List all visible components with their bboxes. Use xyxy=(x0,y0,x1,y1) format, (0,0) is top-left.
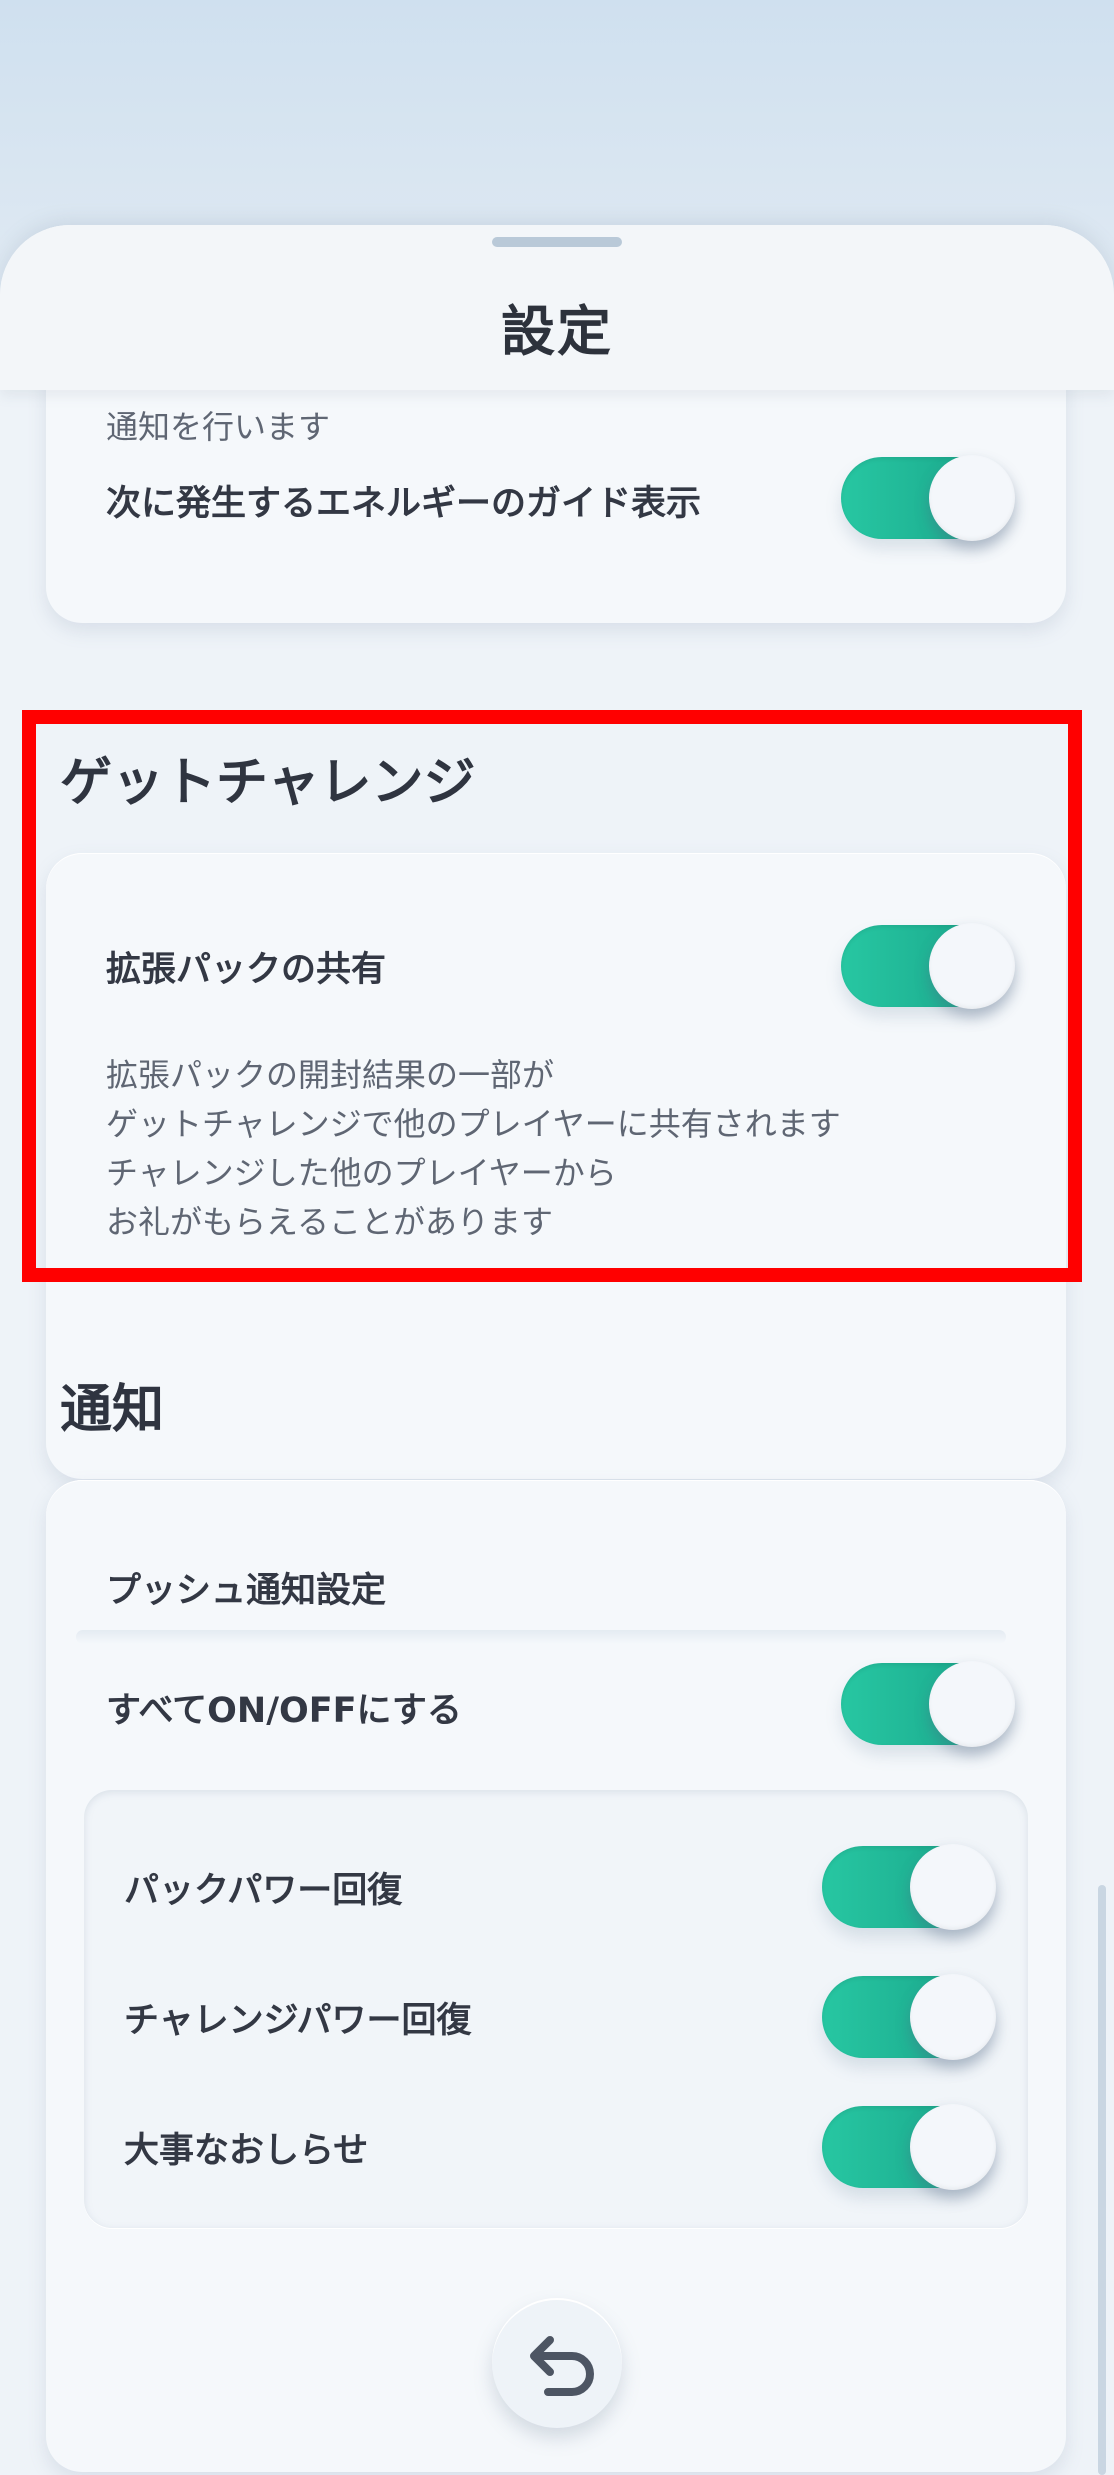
settings-sheet: 設定 通知を行います 次に発生するエネルギーのガイド表示 ゲットチャレンジ 拡張… xyxy=(0,225,1114,2475)
header: 設定 xyxy=(0,225,1114,390)
return-arrow-icon xyxy=(530,2336,594,2396)
toggle-knob xyxy=(910,2104,996,2190)
toggle-knob xyxy=(910,1844,996,1930)
push-notification-label: プッシュ通知設定 xyxy=(106,1571,387,1611)
push-divider xyxy=(76,1630,1006,1644)
toggle-knob xyxy=(910,1974,996,2060)
toggle-knob xyxy=(929,455,1015,541)
challenge-power-label: チャレンジパワー回復 xyxy=(124,2001,472,2041)
highlight-box xyxy=(22,710,1082,1282)
pack-power-label: パックパワー回復 xyxy=(124,1871,403,1911)
important-news-label: 大事なおしらせ xyxy=(124,2131,369,2171)
energy-guide-label: 次に発生するエネルギーのガイド表示 xyxy=(106,484,702,524)
all-notifications-toggle[interactable] xyxy=(841,1661,1015,1747)
important-news-toggle[interactable] xyxy=(822,2104,996,2190)
settings-scroll-area[interactable]: 通知を行います 次に発生するエネルギーのガイド表示 ゲットチャレンジ 拡張パック… xyxy=(0,225,1114,2475)
card-cut-text: 通知を行います xyxy=(106,408,331,446)
back-button[interactable] xyxy=(492,2298,622,2428)
notification-items-group: パックパワー回復 チャレンジパワー回復 大事なおしらせ xyxy=(84,1790,1028,2228)
notification-title: 通知 xyxy=(60,1380,165,1440)
energy-guide-toggle[interactable] xyxy=(841,455,1015,541)
challenge-power-toggle[interactable] xyxy=(822,1974,996,2060)
sheet-grabber[interactable] xyxy=(492,237,622,247)
all-toggle-label: すべてON/OFFにする xyxy=(106,1691,462,1731)
toggle-knob xyxy=(929,1661,1015,1747)
pack-power-toggle[interactable] xyxy=(822,1844,996,1930)
page-title: 設定 xyxy=(501,300,613,363)
scrollbar[interactable] xyxy=(1098,1885,1106,2475)
